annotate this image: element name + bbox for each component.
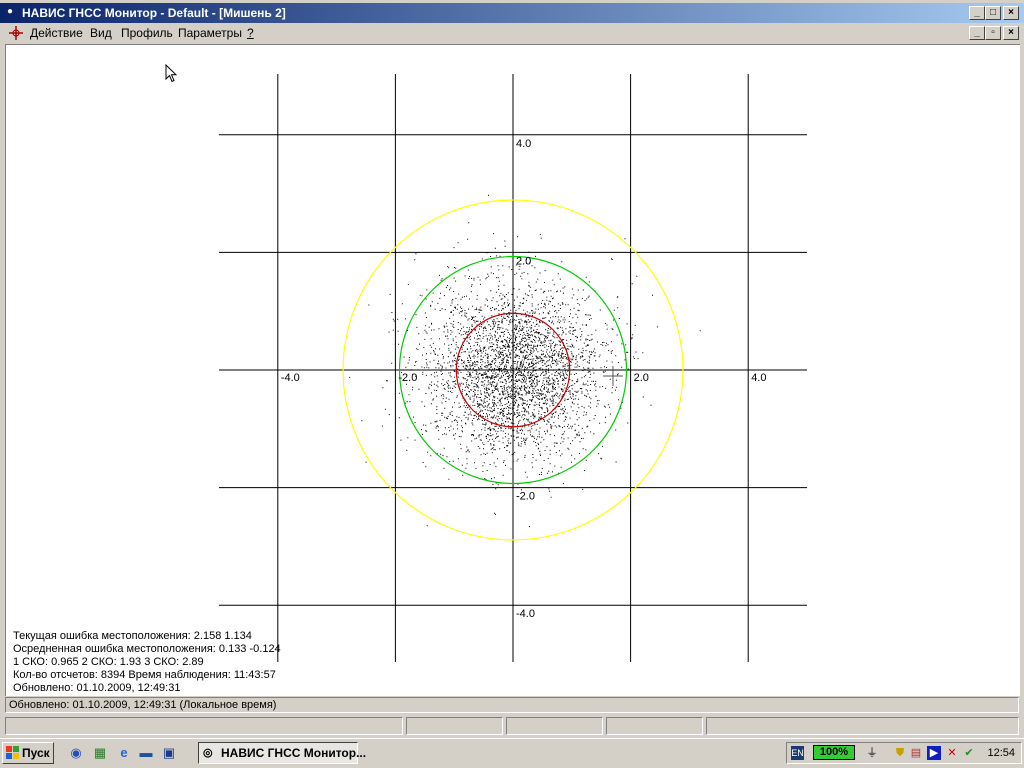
scatter-point <box>349 194 701 528</box>
menu-parameters[interactable]: Параметры <box>178 26 242 40</box>
status-pane-3 <box>506 717 603 735</box>
clock: 12:54 <box>987 747 1015 759</box>
tick-labels: -4.0 -2.0 2.0 4.0 4.0 2.0 -2.0 -4.0 <box>281 138 767 620</box>
main-window: ● НАВИС ГНСС Монитор - Default - [Мишень… <box>0 0 1024 738</box>
status-pane-1 <box>5 717 403 735</box>
target-plot[interactable]: -4.0 -2.0 2.0 4.0 4.0 2.0 -2.0 -4.0 <box>6 45 1020 696</box>
y-tick-label: -4.0 <box>516 608 535 620</box>
system-tray: EN 100% ⏚ ⛊ ▤ ▶ ✕ ✔ 12:54 <box>786 742 1022 764</box>
play-icon[interactable]: ▶ <box>927 746 941 760</box>
maximize-button[interactable]: □ <box>985 6 1001 20</box>
taskbar-item-navis[interactable]: ◎ НАВИС ГНСС Монитор... <box>198 742 366 764</box>
windows-logo-icon <box>6 746 19 759</box>
close-button[interactable]: × <box>1003 6 1019 20</box>
stats-panel: Текущая ошибка местоположения: 2.158 1.1… <box>13 630 281 695</box>
minimize-button[interactable]: _ <box>969 6 985 20</box>
show-desktop-icon[interactable]: ▬ <box>138 745 154 761</box>
volume-muted-icon[interactable]: ✕ <box>945 746 959 760</box>
scatter-points <box>349 194 701 528</box>
title-bar[interactable]: ● НАВИС ГНСС Монитор - Default - [Мишень… <box>0 3 1024 23</box>
menu-action[interactable]: Действие <box>30 26 83 40</box>
battery-indicator[interactable]: 100% <box>813 745 855 760</box>
y-tick-label: -2.0 <box>516 491 535 503</box>
mdi-restore-button[interactable]: ▫ <box>985 26 1001 40</box>
y-tick-label: 4.0 <box>516 138 531 150</box>
y-tick-label: 2.0 <box>516 255 531 267</box>
status-text: Обновлено: 01.10.2009, 12:49:31 (Локальн… <box>9 699 277 711</box>
mdi-close-button[interactable]: × <box>1003 26 1019 40</box>
stat-count-time: Кол-во отсчетов: 8394 Время наблюдения: … <box>13 669 276 681</box>
mouse-cursor-icon <box>165 64 178 83</box>
mdi-minimize-button[interactable]: _ <box>969 26 985 40</box>
x-tick-label: 4.0 <box>751 372 766 384</box>
menu-view[interactable]: Вид <box>90 26 112 40</box>
x-tick-label: -4.0 <box>281 372 300 384</box>
current-position-marker <box>602 366 623 386</box>
shield-icon[interactable]: ⛊ <box>893 746 907 760</box>
language-indicator[interactable]: EN <box>791 746 804 760</box>
power-plug-icon[interactable]: ⏚ <box>865 746 879 760</box>
window-title: НАВИС ГНСС Монитор - Default - [Мишень 2… <box>22 6 286 20</box>
save-icon[interactable]: ▣ <box>161 745 177 761</box>
stat-sko: 1 СКО: 0.965 2 СКО: 1.93 3 СКО: 2.89 <box>13 656 204 668</box>
taskbar-item-label: НАВИС ГНСС Монитор... <box>221 746 367 760</box>
start-label: Пуск <box>22 746 50 760</box>
status-pane-2 <box>406 717 503 735</box>
app-icon[interactable]: ● <box>4 6 16 18</box>
status-panes <box>5 717 1019 735</box>
status-bar: Обновлено: 01.10.2009, 12:49:31 (Локальн… <box>5 697 1019 713</box>
network-icon[interactable]: ▤ <box>909 746 923 760</box>
stat-updated: Обновлено: 01.10.2009, 12:49:31 <box>13 682 181 694</box>
target-icon: ◎ <box>203 747 213 759</box>
stat-current-error: Текущая ошибка местоположения: 2.158 1.1… <box>13 630 252 642</box>
status-pane-4 <box>606 717 703 735</box>
target-view[interactable]: -4.0 -2.0 2.0 4.0 4.0 2.0 -2.0 -4.0 Текущая оши… <box>5 44 1020 696</box>
stat-average-error: Осредненная ошибка местоположения: 0.133… <box>13 643 281 655</box>
taskbar: Пуск ◉ ▦ e ▬ ▣ ◎ НАВИС ГНСС Монитор... E… <box>0 738 1024 768</box>
media-player-icon[interactable]: ◉ <box>68 745 84 761</box>
status-pane-5 <box>706 717 1019 735</box>
menu-help[interactable]: ? <box>247 26 254 40</box>
safely-remove-icon[interactable]: ✔ <box>962 746 976 760</box>
internet-explorer-icon[interactable]: e <box>116 745 132 761</box>
x-tick-label: 2.0 <box>634 372 649 384</box>
menu-profile[interactable]: Профиль <box>121 26 173 40</box>
desktop-icon[interactable]: ▦ <box>92 745 108 761</box>
x-tick-label: -2.0 <box>398 372 417 384</box>
start-button[interactable]: Пуск <box>2 742 54 764</box>
menu-bar: Действие Вид Профиль Параметры ? _ ▫ × <box>0 23 1024 43</box>
target-icon[interactable] <box>8 25 24 41</box>
